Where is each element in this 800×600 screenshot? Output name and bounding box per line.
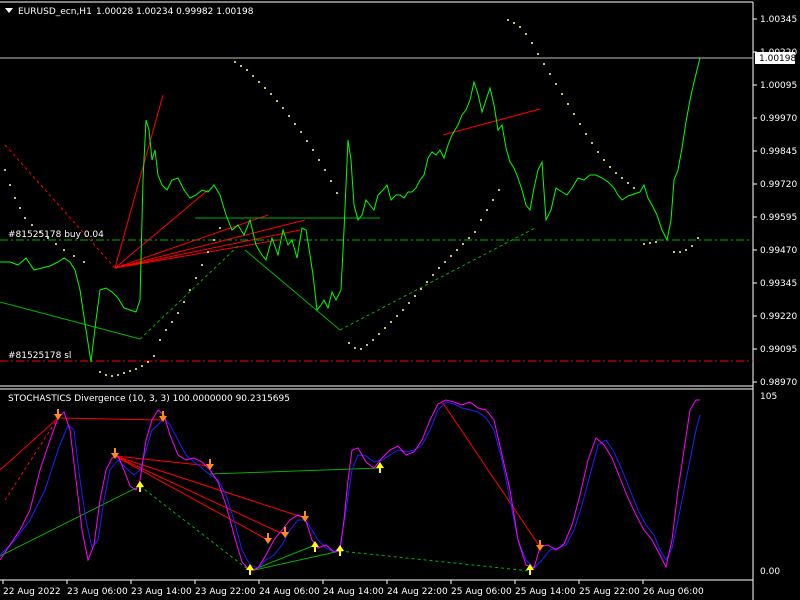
time-axis-label: 24 Aug 14:00 [323, 587, 384, 597]
time-axis-label: 23 Aug 22:00 [195, 587, 256, 597]
time-axis-label: 25 Aug 06:00 [451, 587, 512, 597]
order-buy-label[interactable]: #81525178 buy 0.04 [8, 230, 104, 240]
chart-window[interactable]: EURUSD_ecn,H1 1.00028 1.00234 0.99982 1.… [0, 0, 800, 600]
price-scale-label: 0.99720 [760, 180, 797, 190]
price-scale-label: 0.99345 [760, 279, 797, 289]
order-sl-label[interactable]: #81525178 sl [8, 351, 71, 361]
price-scale-label: 1.00345 [760, 15, 797, 25]
price-scale-label: 0.99470 [760, 246, 797, 256]
time-axis-label: 25 Aug 14:00 [515, 587, 576, 597]
price-scale-label: 0.99095 [760, 345, 797, 355]
time-axis-label: 22 Aug 2022 [3, 587, 61, 597]
price-scale-label: 0.99595 [760, 213, 797, 223]
time-axis-label: 24 Aug 06:00 [259, 587, 320, 597]
price-scale-label: 0.99220 [760, 312, 797, 322]
price-scale-label: 0.99845 [760, 147, 797, 157]
current-price-text: 1.00198 [759, 54, 796, 64]
ohlc-values: 1.00028 1.00234 0.99982 1.00198 [96, 7, 254, 17]
price-scale-label: 0.99970 [760, 114, 797, 124]
price-scale-label: 1.00095 [760, 81, 797, 91]
time-axis-label: 23 Aug 06:00 [67, 587, 128, 597]
time-axis-label: 24 Aug 22:00 [387, 587, 448, 597]
symbol-label: EURUSD_ecn,H1 [18, 7, 92, 17]
indicator-scale-top: 105 [760, 392, 777, 402]
indicator-scale-bottom: 0.00 [760, 567, 780, 577]
time-axis-label: 25 Aug 22:00 [579, 587, 640, 597]
price-scale-label: 0.98970 [760, 378, 797, 388]
time-axis-label: 23 Aug 14:00 [131, 587, 192, 597]
time-axis-label: 26 Aug 06:00 [643, 587, 704, 597]
indicator-title: STOCHASTICS Divergence (10, 3, 3) 100.00… [8, 394, 290, 404]
